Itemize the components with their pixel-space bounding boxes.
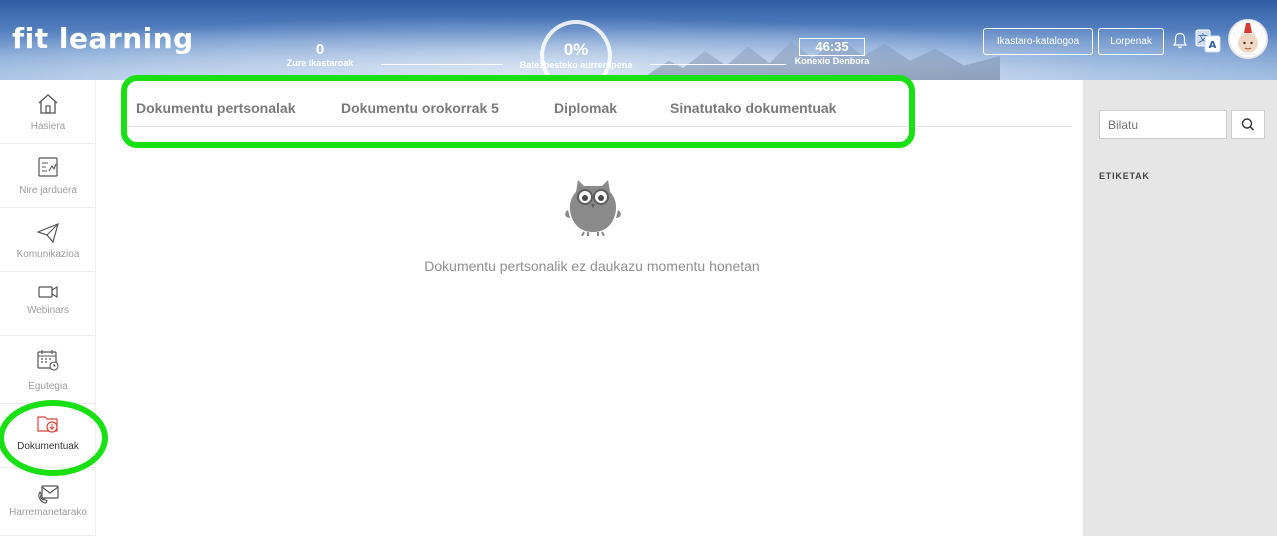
- search-input[interactable]: [1099, 110, 1227, 139]
- courses-stat: 0 Zure ikastaroak: [270, 41, 370, 68]
- tab-general-documents[interactable]: Dokumentu orokorrak 5: [341, 100, 499, 116]
- progress-stat: 0% Batezbesteko aurrerapena: [500, 40, 652, 70]
- tab-personal-documents[interactable]: Dokumentu pertsonalak: [136, 100, 295, 116]
- documents-folder-icon: [37, 416, 58, 433]
- user-avatar[interactable]: [1228, 19, 1268, 59]
- tags-heading: ETIKETAK: [1099, 171, 1150, 181]
- sidebar-item-webinars[interactable]: Webinars: [0, 272, 96, 336]
- courses-count: 0: [315, 41, 325, 58]
- sidebar-item-label: Harremanetarako: [9, 507, 87, 518]
- paper-plane-icon: [36, 222, 59, 244]
- search-button[interactable]: [1231, 110, 1265, 139]
- app-logo[interactable]: fit learning: [12, 22, 194, 55]
- main-content: Dokumentu pertsonalak Dokumentu orokorra…: [96, 80, 1083, 536]
- sidebar-item-label: Dokumentuak: [17, 441, 79, 452]
- stats-divider-right: [650, 64, 786, 65]
- course-catalog-button[interactable]: Ikastaro-katalogoa: [983, 28, 1093, 55]
- right-panel: ETIKETAK: [1083, 80, 1277, 536]
- sidebar-item-activity[interactable]: Nire jarduera: [0, 144, 96, 208]
- tab-signed-documents[interactable]: Sinatutako dokumentuak: [670, 100, 836, 116]
- connection-time-label: Konexio Denbora: [794, 56, 870, 66]
- sidebar-item-contact[interactable]: Harremanetarako: [0, 472, 96, 536]
- translate-icon[interactable]: 文 A: [1195, 28, 1221, 54]
- left-sidebar: Hasiera Nire jarduera Komunikazioa Webin…: [0, 80, 96, 536]
- owl-mascot-icon: [565, 180, 621, 236]
- sidebar-item-home[interactable]: Hasiera: [0, 80, 96, 144]
- sidebar-item-label: Nire jarduera: [19, 185, 77, 196]
- sidebar-item-documents[interactable]: Dokumentuak: [0, 404, 96, 468]
- sidebar-item-calendar[interactable]: Egutegia: [0, 336, 96, 404]
- achievements-button[interactable]: Lorpenak: [1098, 28, 1164, 55]
- sidebar-item-label: Hasiera: [30, 121, 66, 132]
- empty-state-message: Dokumentu pertsonalik ez daukazu momentu…: [424, 258, 760, 274]
- bell-icon[interactable]: [1172, 32, 1188, 50]
- document-tabs: Dokumentu pertsonalak Dokumentu orokorra…: [122, 80, 1072, 127]
- sidebar-item-label: Webinars: [26, 305, 70, 316]
- sidebar-item-label: Komunikazioa: [16, 249, 80, 260]
- search-icon: [1241, 118, 1255, 131]
- sidebar-item-label: Egutegia: [28, 381, 68, 392]
- tab-diplomas[interactable]: Diplomak: [554, 100, 617, 116]
- home-icon: [38, 94, 58, 114]
- contact-icon: [38, 485, 59, 504]
- connection-time-stat: 46:35 Konexio Denbora: [780, 38, 884, 66]
- stats-divider-left: [381, 64, 503, 65]
- avatar-illustration-icon: [1238, 23, 1258, 55]
- progress-label: Batezbesteko aurrerapena: [519, 60, 633, 70]
- calendar-icon: [37, 350, 59, 371]
- courses-label: Zure ikastaroak: [286, 58, 354, 68]
- video-camera-icon: [38, 285, 58, 299]
- activity-icon: [38, 157, 58, 177]
- top-header: fit learning 0 Zure ikastaroak 0% Batezb…: [0, 0, 1277, 80]
- connection-time-value: 46:35: [799, 38, 865, 56]
- progress-value: 0%: [563, 40, 589, 59]
- svg-text:A: A: [1209, 40, 1217, 51]
- sidebar-item-communication[interactable]: Komunikazioa: [0, 208, 96, 272]
